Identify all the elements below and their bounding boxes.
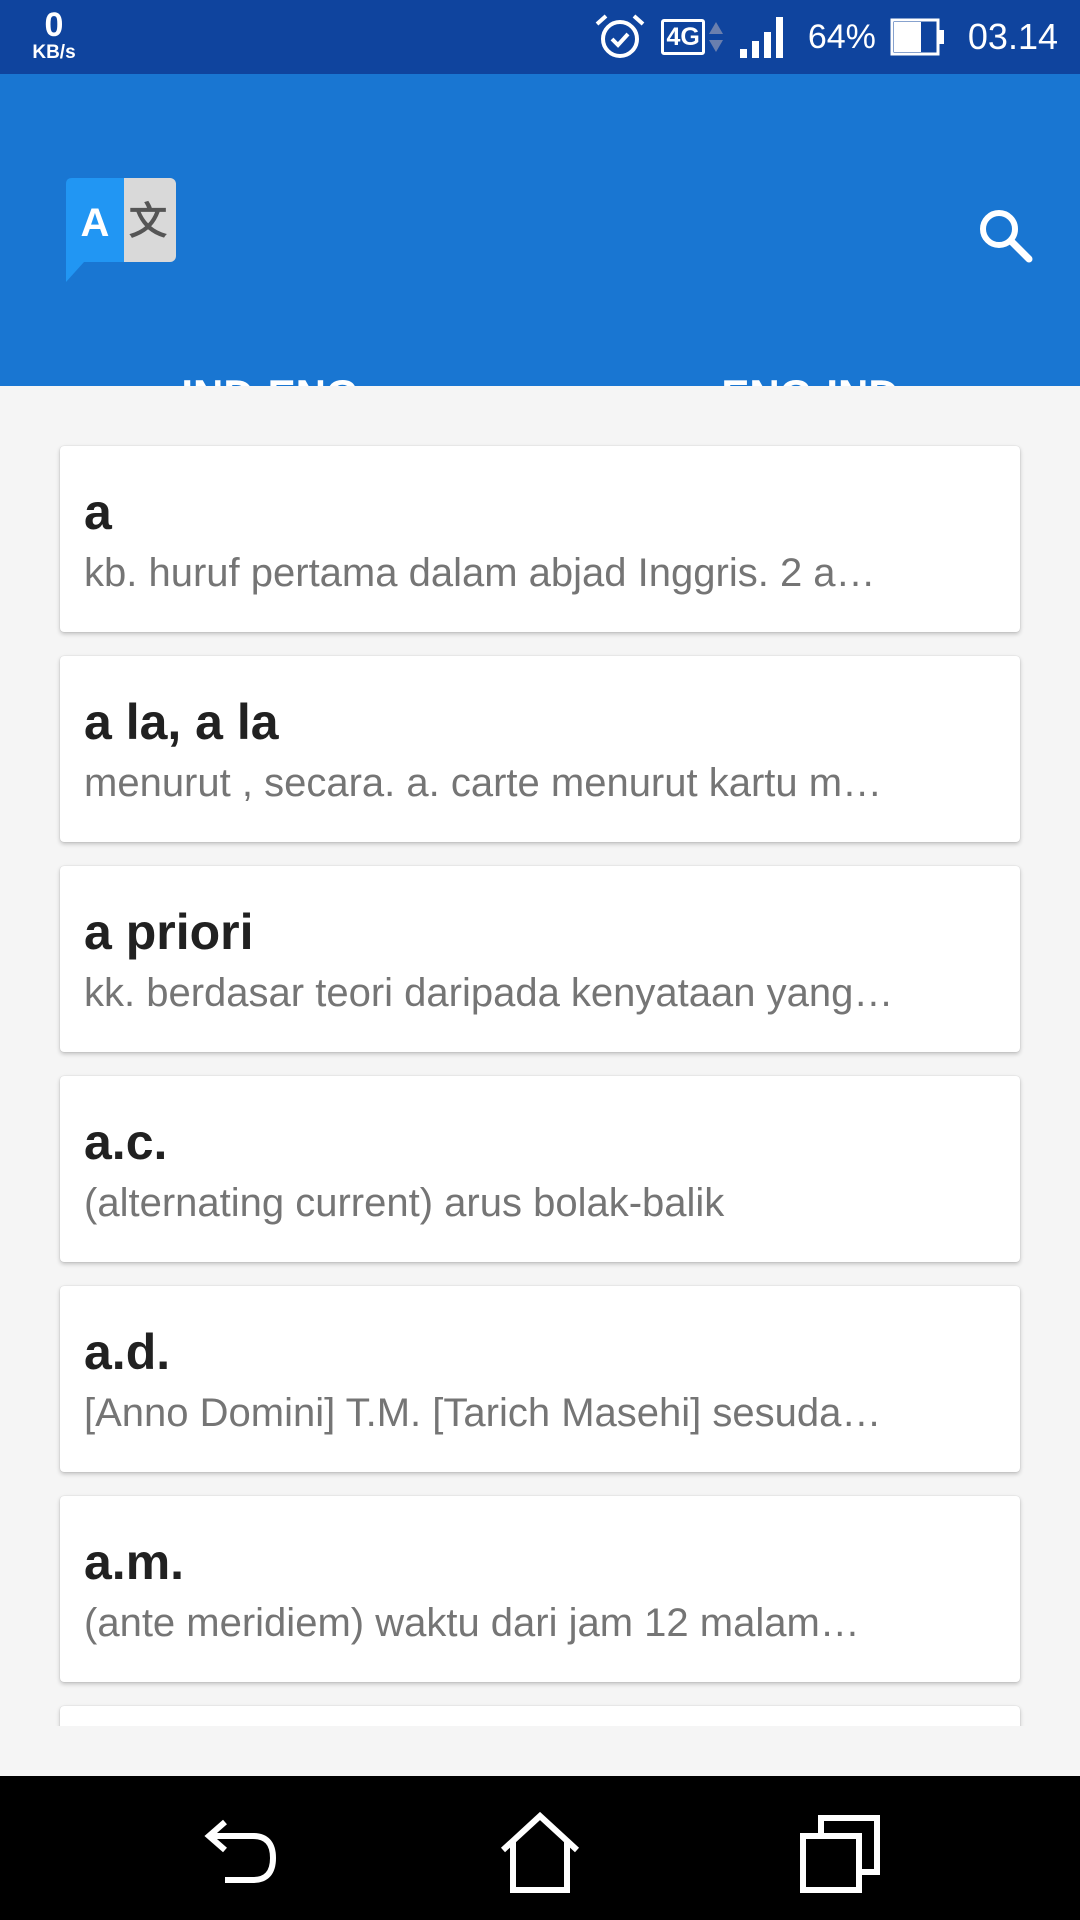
translate-icon: A 文: [66, 178, 176, 282]
clock: 03.14: [967, 16, 1058, 57]
entry-definition: (ante meridiem) waktu dari jam 12 malam…: [84, 1601, 860, 1645]
entry-list[interactable]: a kb. huruf pertama dalam abjad Inggris.…: [0, 386, 1080, 1726]
network-4g-icon: 4G: [661, 19, 723, 55]
alarm-clock-icon: [596, 14, 645, 58]
home-icon[interactable]: [495, 1808, 585, 1898]
status-bar: 0 KB/s 4G 64% 03.14: [0, 0, 1080, 74]
entry-definition: menurut , secara. a. carte menurut kartu…: [84, 761, 883, 805]
navigation-bar: [0, 1776, 1080, 1920]
net-speed-indicator: 0 KB/s: [28, 8, 80, 62]
entry-definition: [Anno Domini] T.M. [Tarich Masehi] sesud…: [84, 1391, 882, 1435]
entry-definition: kk. berdasar teori daripada kenyataan ya…: [84, 971, 894, 1015]
battery-icon: [890, 18, 944, 56]
search-button[interactable]: [970, 200, 1040, 270]
entry-definition: kb. huruf pertama dalam abjad Inggris. 2…: [84, 551, 876, 595]
battery-percent: 64%: [807, 17, 876, 56]
entry-word: a la, a la: [84, 694, 279, 750]
entry-word: a.m.: [84, 1534, 185, 1590]
net-speed-unit: KB/s: [32, 42, 76, 63]
list-item-partial[interactable]: [60, 1706, 1020, 1726]
list-item[interactable]: a kb. huruf pertama dalam abjad Inggris.…: [60, 446, 1020, 632]
logo-letter-latin: A: [81, 201, 110, 245]
list-item[interactable]: a.d. [Anno Domini] T.M. [Tarich Masehi] …: [60, 1286, 1020, 1472]
entry-word: a: [84, 484, 112, 540]
entry-definition: (alternating current) arus bolak-balik: [84, 1181, 725, 1225]
list-item[interactable]: a priori kk. berdasar teori daripada ken…: [60, 866, 1020, 1052]
list-item[interactable]: a.c. (alternating current) arus bolak-ba…: [60, 1076, 1020, 1262]
recents-icon[interactable]: [795, 1808, 885, 1898]
entry-word: a.d.: [84, 1324, 171, 1380]
network-type-label: 4G: [661, 19, 705, 55]
entry-word: a.c.: [84, 1114, 168, 1170]
logo-letter-cjk: 文: [129, 199, 167, 243]
list-item[interactable]: a.m. (ante meridiem) waktu dari jam 12 m…: [60, 1496, 1020, 1682]
net-speed-value: 0: [44, 6, 64, 44]
signal-strength-icon: [739, 17, 783, 58]
search-icon: [980, 210, 1033, 263]
app-bar: A 文 IND-ENG ENG-IND: [0, 74, 1080, 460]
back-icon[interactable]: [195, 1808, 285, 1898]
entry-word: a priori: [84, 904, 254, 960]
list-item[interactable]: a la, a la menurut , secara. a. carte me…: [60, 656, 1020, 842]
